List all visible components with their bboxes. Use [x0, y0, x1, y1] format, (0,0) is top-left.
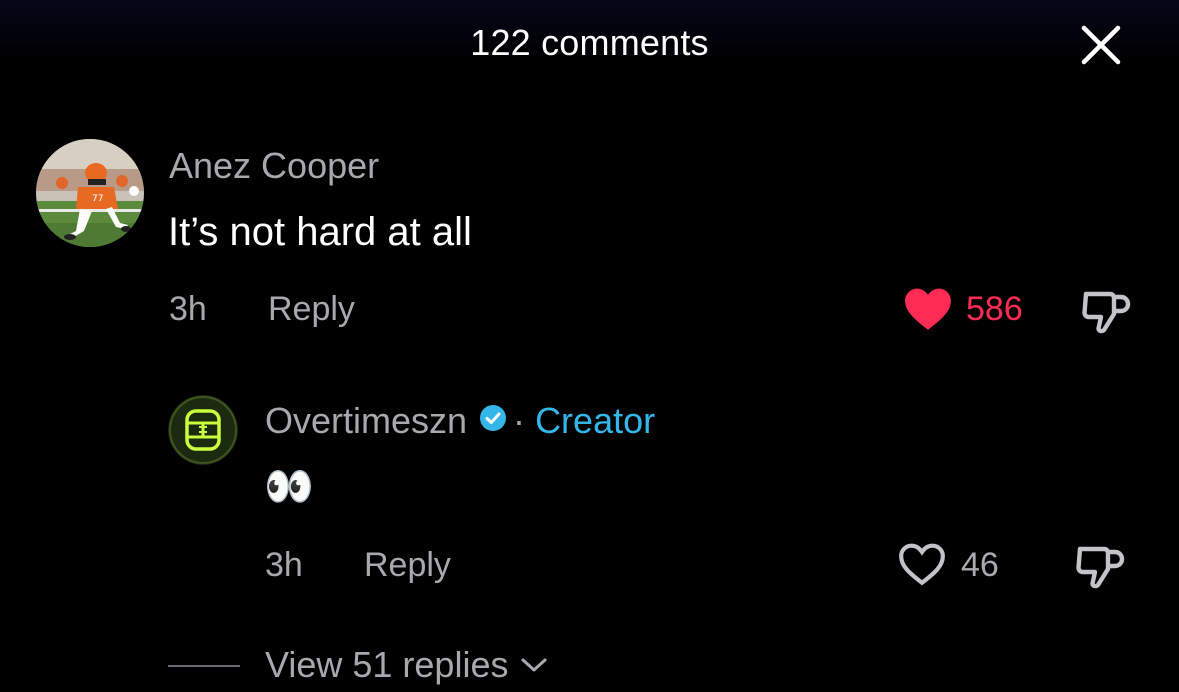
comment-like-count: 586 — [966, 290, 1023, 328]
view-replies-button[interactable]: View 51 replies — [265, 644, 549, 686]
reply-text: 👀 — [264, 465, 314, 509]
comment-text: It’s not hard at all — [168, 210, 472, 254]
creator-tag: Creator — [535, 400, 656, 441]
overtime-logo-icon — [168, 395, 238, 465]
separator-dot: · — [513, 400, 526, 441]
verified-badge-icon — [479, 399, 507, 441]
view-replies-label: View 51 replies — [265, 644, 509, 685]
comment-dislike-button[interactable] — [1080, 288, 1132, 339]
creator-avatar[interactable] — [168, 395, 238, 465]
reply-username[interactable]: Overtimeszn — [265, 400, 467, 441]
reply-username-row: Overtimeszn · Creator — [265, 400, 655, 444]
heart-outline-icon — [899, 543, 945, 586]
thumbs-down-icon — [1076, 546, 1125, 589]
comment-like-button[interactable] — [903, 286, 953, 337]
reply-like-count: 46 — [961, 546, 999, 584]
avatar[interactable]: 77 — [36, 139, 144, 247]
replies-divider — [168, 665, 240, 667]
thumbs-down-icon — [1082, 291, 1131, 334]
heart-filled-icon — [905, 288, 951, 330]
avatar-football-player-icon: 77 — [36, 139, 144, 247]
reply-reply-button[interactable]: Reply — [364, 546, 451, 585]
comment-username[interactable]: Anez Cooper — [169, 145, 379, 187]
comments-count-title: 122 comments — [470, 22, 709, 63]
reply-like-button[interactable] — [897, 541, 947, 592]
close-button[interactable] — [1078, 22, 1124, 68]
comment-timestamp: 3h — [169, 290, 207, 328]
reply-timestamp: 3h — [265, 546, 303, 584]
close-icon — [1081, 25, 1121, 65]
comment-reply-button[interactable]: Reply — [268, 290, 355, 329]
reply-dislike-button[interactable] — [1074, 543, 1126, 594]
chevron-down-icon — [521, 658, 546, 672]
svg-text:77: 77 — [92, 194, 103, 204]
